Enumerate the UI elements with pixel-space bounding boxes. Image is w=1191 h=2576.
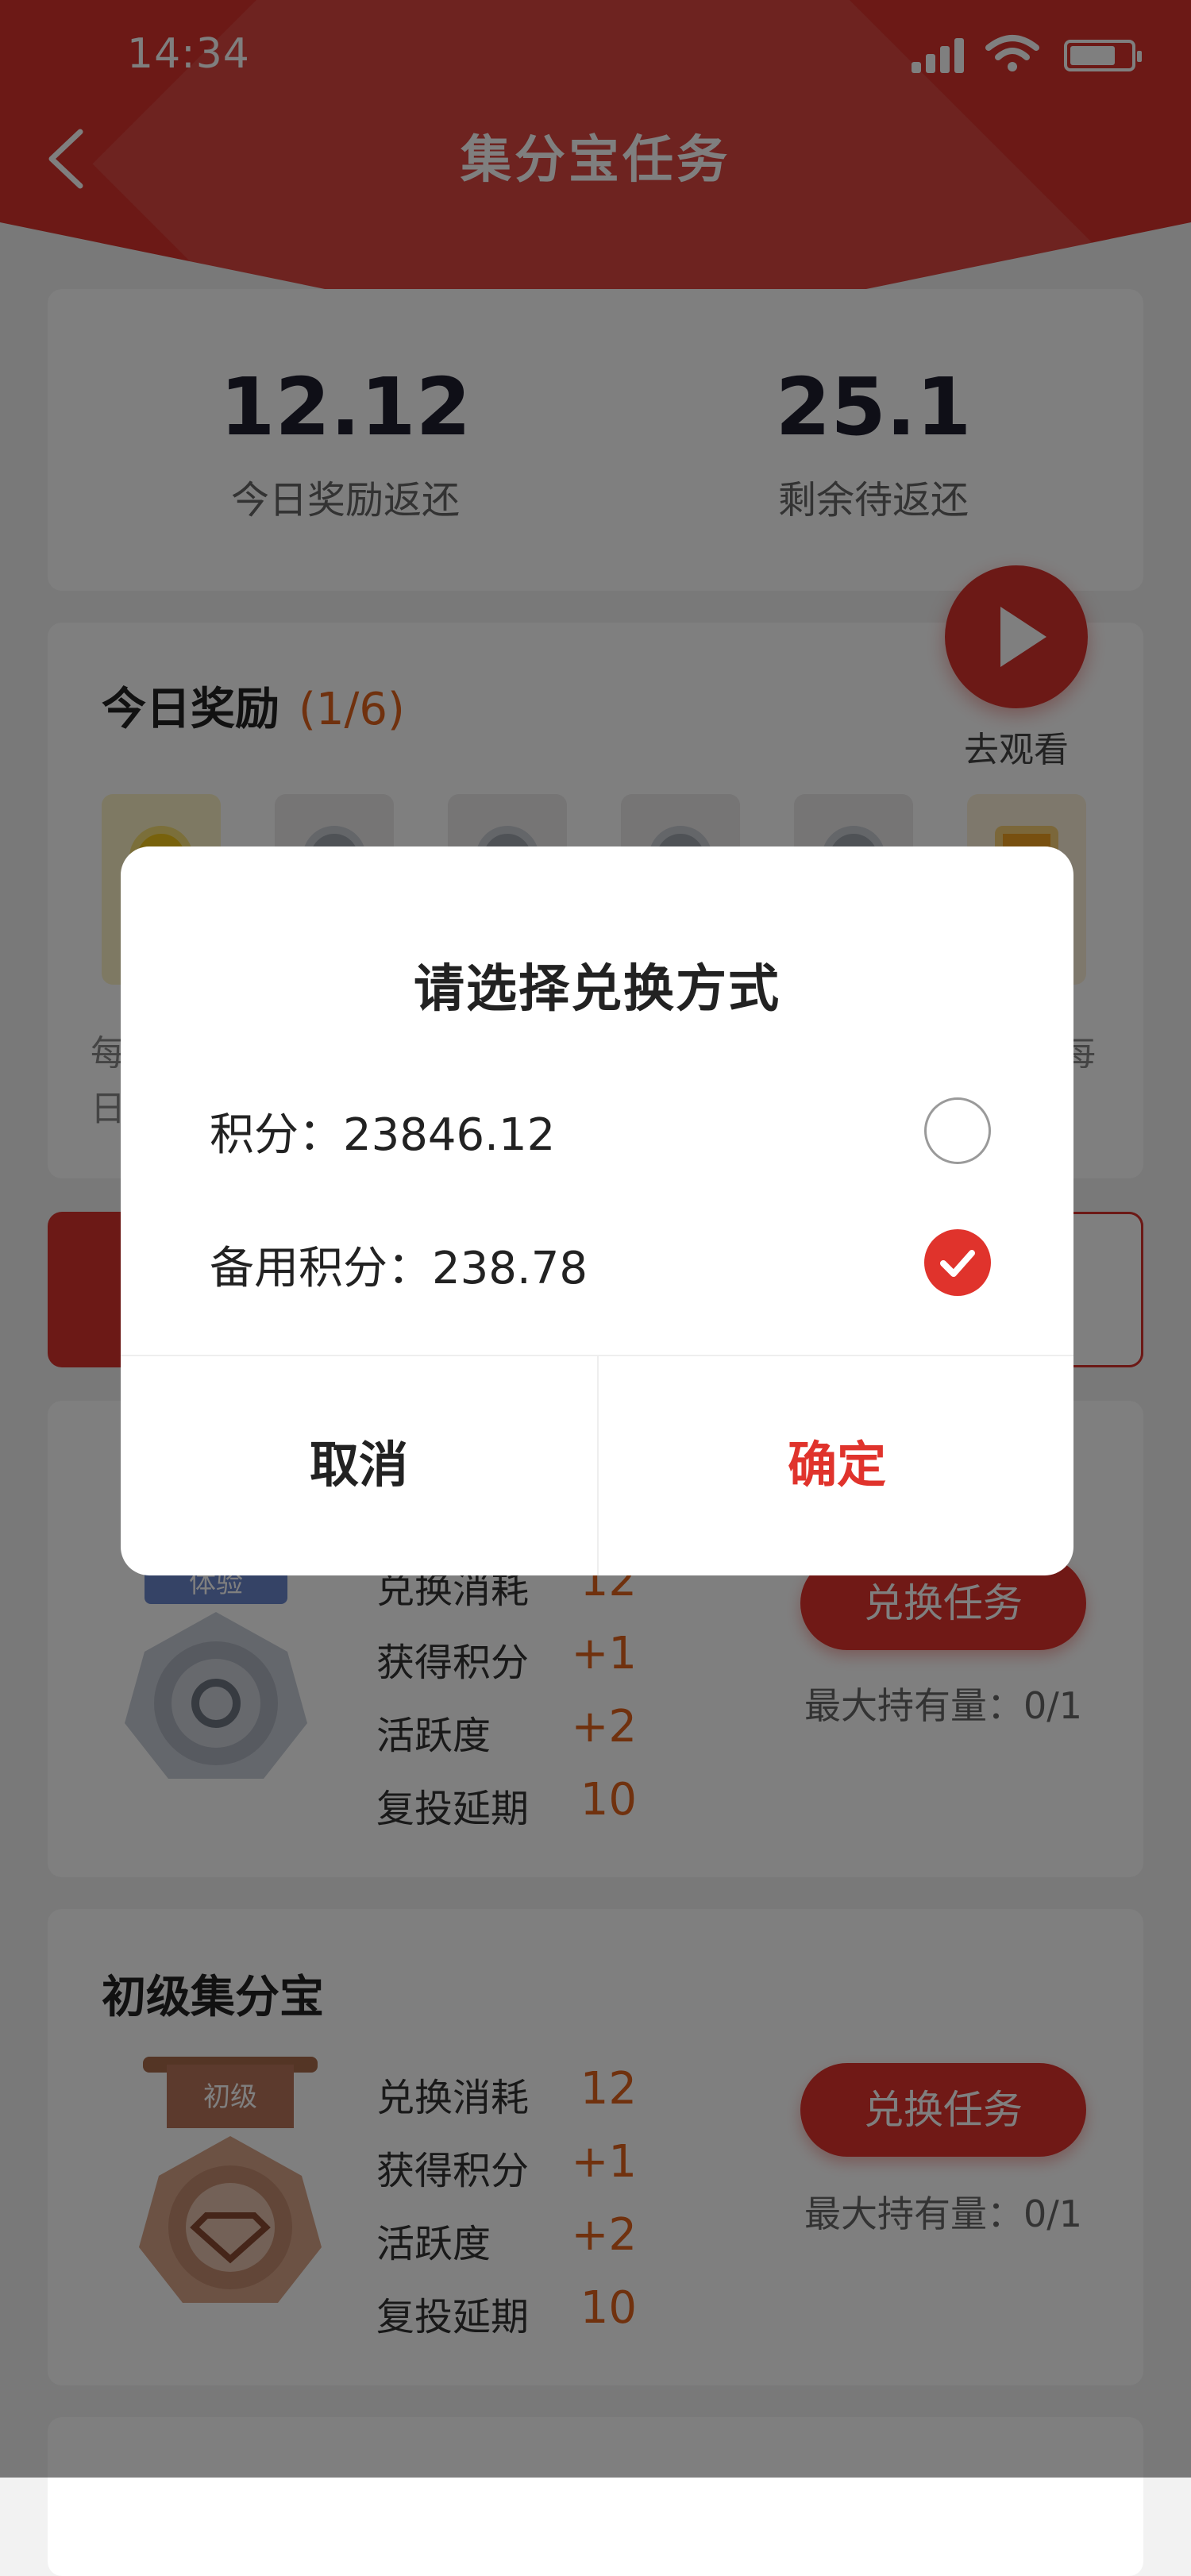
option-points-label[interactable]: 积分：23846.12 xyxy=(210,1099,555,1163)
dialog-title: 请选择兑换方式 xyxy=(414,960,781,1019)
cancel-button[interactable]: 取消 xyxy=(121,1355,597,1575)
option-points-radio[interactable] xyxy=(924,1097,991,1164)
option-backup-points-radio[interactable] xyxy=(924,1229,991,1296)
option-backup-points-label[interactable]: 备用积分：238.78 xyxy=(210,1232,588,1297)
checkmark-icon xyxy=(940,1250,975,1277)
confirm-button[interactable]: 确定 xyxy=(599,1355,1073,1575)
exchange-method-dialog: 请选择兑换方式 积分：23846.12 备用积分：238.78 取消 确定 xyxy=(121,846,1073,1575)
